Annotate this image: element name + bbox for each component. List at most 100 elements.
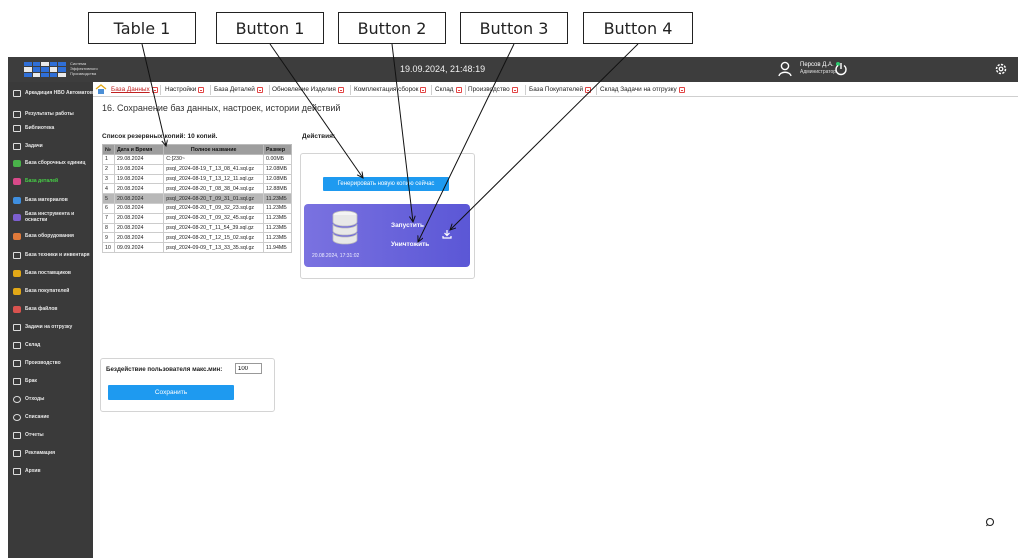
- backups-table: № Дата и Время Полное название Размер 12…: [102, 144, 292, 253]
- logout-power-icon[interactable]: [834, 61, 848, 77]
- user-role: Администратор: [800, 69, 837, 75]
- sidebar-item-materials[interactable]: База материалов: [8, 195, 93, 205]
- sidebar-item-machinery[interactable]: База техники и инвентаря: [8, 250, 93, 260]
- run-backup-button[interactable]: Запустить: [391, 222, 424, 229]
- sidebar-item-results[interactable]: Результаты работы: [8, 109, 93, 119]
- tab-product-update[interactable]: Обновление Изделия: [272, 84, 344, 96]
- sidebar-item-arkadiya[interactable]: Аркадиция НВО Автоматов: [8, 86, 93, 100]
- table-row[interactable]: 5 20.08.2024 psql_2024-08-20_T_09_31_01.sq…: [102, 193, 292, 204]
- sidebar-item-tools[interactable]: База инструмента и оснастки: [8, 210, 93, 224]
- destroy-backup-button[interactable]: Уничтожить: [391, 241, 429, 248]
- tab-close-icon[interactable]: [585, 87, 592, 93]
- sidebar-item-writeoff[interactable]: Списание: [8, 412, 93, 422]
- tab-database[interactable]: База Данных: [111, 84, 158, 96]
- sidebar-item-library[interactable]: Библиотека: [8, 123, 93, 133]
- sidebar-item-equipment[interactable]: База оборудования: [8, 231, 93, 241]
- table-row[interactable]: 1 29.08.2024 C:[230~ 0.00МБ: [102, 154, 292, 165]
- sidebar: Аркадиция НВО Автоматов Результаты работ…: [8, 82, 93, 558]
- tab-warehouse[interactable]: Склад: [435, 84, 462, 96]
- settings-gear-icon[interactable]: [994, 62, 1008, 76]
- table-cell: 0.00МБ: [263, 154, 292, 165]
- table-row[interactable]: 10 09.09.2024 psql_2024-09-09_T_13_33_35.s…: [102, 242, 292, 253]
- table-cell: 3: [102, 173, 115, 185]
- tab-close-icon[interactable]: [198, 87, 205, 93]
- sidebar-item-files[interactable]: База файлов: [8, 304, 93, 314]
- tab-close-icon[interactable]: [678, 87, 685, 93]
- tab-close-icon[interactable]: [151, 87, 158, 93]
- app-logo: [24, 62, 66, 77]
- sidebar-item-parts[interactable]: База деталей: [8, 176, 93, 186]
- table-row[interactable]: 2 19.08.2024 psql_2024-08-19_T_13_08_41.sq…: [102, 163, 292, 175]
- column-header: Дата и Время: [113, 144, 165, 155]
- sidebar-item-tasks[interactable]: Задачи: [8, 141, 93, 151]
- generate-backup-button[interactable]: Генерировать новую копию сейчас: [323, 177, 449, 191]
- sidebar-item-suppliers[interactable]: База поставщиков: [8, 268, 93, 278]
- user-icon[interactable]: [778, 61, 792, 77]
- table-cell: 7: [102, 212, 115, 224]
- tab-assembly-kitting[interactable]: Комплектация сборок: [354, 84, 427, 96]
- table-row[interactable]: 3 19.08.2024 psql_2024-08-19_T_13_12_11.sq…: [102, 173, 292, 185]
- table-cell: psql_2024-08-20_T_11_54_39.sql.gz: [163, 222, 265, 234]
- sidebar-item-label: База сборочных единиц: [25, 160, 86, 166]
- table-cell: 20.08.2024: [113, 202, 165, 214]
- tab-divider: [160, 85, 161, 95]
- database-icon: [12, 213, 21, 221]
- tab-close-icon[interactable]: [511, 87, 518, 93]
- tab-divider: [210, 85, 211, 95]
- table-cell: 4: [102, 183, 115, 195]
- chat-icon[interactable]: [985, 517, 995, 527]
- sidebar-item-archive[interactable]: Архив: [8, 466, 93, 476]
- claims-icon: [12, 449, 21, 457]
- tab-close-icon[interactable]: [337, 87, 344, 93]
- warehouse-icon: [12, 341, 21, 349]
- tab-close-icon[interactable]: [455, 87, 462, 93]
- tab-buyers-base[interactable]: База Покупателей: [529, 84, 592, 96]
- tab-divider: [465, 85, 466, 95]
- sidebar-item-assembly-units[interactable]: База сборочных единиц: [8, 158, 93, 168]
- sidebar-item-shipping-tasks[interactable]: Задачи на отгрузку: [8, 322, 93, 332]
- sidebar-item-label: База инструмента и оснастки: [25, 211, 75, 223]
- tab-production[interactable]: Производство: [468, 84, 518, 96]
- sidebar-item-waste[interactable]: Отходы: [8, 394, 93, 404]
- table-row[interactable]: 9 20.08.2024 psql_2024-08-20_T_12_15_02.sq…: [102, 232, 292, 244]
- sidebar-item-label: База поставщиков: [25, 270, 71, 276]
- tab-divider: [596, 85, 597, 95]
- sidebar-item-defects[interactable]: Брак: [8, 376, 93, 386]
- table-row[interactable]: 8 20.08.2024 psql_2024-08-20_T_11_54_39.sq…: [102, 222, 292, 234]
- sidebar-item-label: База файлов: [25, 306, 58, 312]
- tab-label: Комплектация сборок: [354, 86, 419, 93]
- screen: Table 1 Button 1 Button 2 Button 3 Butto…: [0, 0, 1025, 558]
- tab-parts-base[interactable]: База Деталей: [214, 84, 263, 96]
- table-row[interactable]: 7 20.08.2024 psql_2024-08-20_T_09_32_45.sq…: [102, 212, 292, 224]
- backups-caption: Список резервных копий: 10 копий.: [102, 133, 218, 140]
- sidebar-item-buyers[interactable]: База покупателей: [8, 286, 93, 296]
- table-cell: psql_2024-08-20_T_09_32_45.sql.gz: [163, 212, 265, 224]
- idle-timeout-input[interactable]: [235, 363, 262, 374]
- database-icon: [12, 269, 21, 277]
- tab-label: База Деталей: [214, 86, 255, 93]
- table-cell: 2: [102, 163, 115, 175]
- sidebar-item-label: Производство: [25, 360, 61, 366]
- column-header: Полное название: [163, 144, 265, 155]
- tab-close-icon[interactable]: [420, 87, 427, 93]
- download-icon[interactable]: [442, 229, 452, 239]
- table-cell: 20.08.2024: [113, 193, 165, 204]
- tab-close-icon[interactable]: [256, 87, 263, 93]
- tab-label: База Данных: [111, 86, 150, 93]
- sidebar-item-reports[interactable]: Отчеты: [8, 430, 93, 440]
- page-title: 16. Сохранение баз данных, настроек, ист…: [102, 103, 341, 113]
- table-cell: 11.94МБ: [263, 242, 292, 253]
- table-row[interactable]: 6 20.08.2024 psql_2024-08-20_T_09_32_23.sq…: [102, 202, 292, 214]
- annotation-button-3: Button 3: [460, 12, 568, 44]
- tab-label: Обновление Изделия: [272, 86, 336, 93]
- save-button[interactable]: Сохранить: [108, 385, 234, 400]
- sidebar-item-claims[interactable]: Рекламация: [8, 448, 93, 458]
- tab-shipping-tasks[interactable]: Склад Задачи на отгрузку: [600, 84, 685, 96]
- home-icon[interactable]: [95, 84, 107, 94]
- sidebar-item-production[interactable]: Производство: [8, 358, 93, 368]
- table-row[interactable]: 4 20.08.2024 psql_2024-08-20_T_08_38_04.sq…: [102, 183, 292, 195]
- table-cell: 20.08.2024: [113, 183, 165, 195]
- tab-settings[interactable]: Настройки: [165, 84, 205, 96]
- sidebar-item-warehouse[interactable]: Склад: [8, 340, 93, 350]
- annotation-button-2: Button 2: [338, 12, 446, 44]
